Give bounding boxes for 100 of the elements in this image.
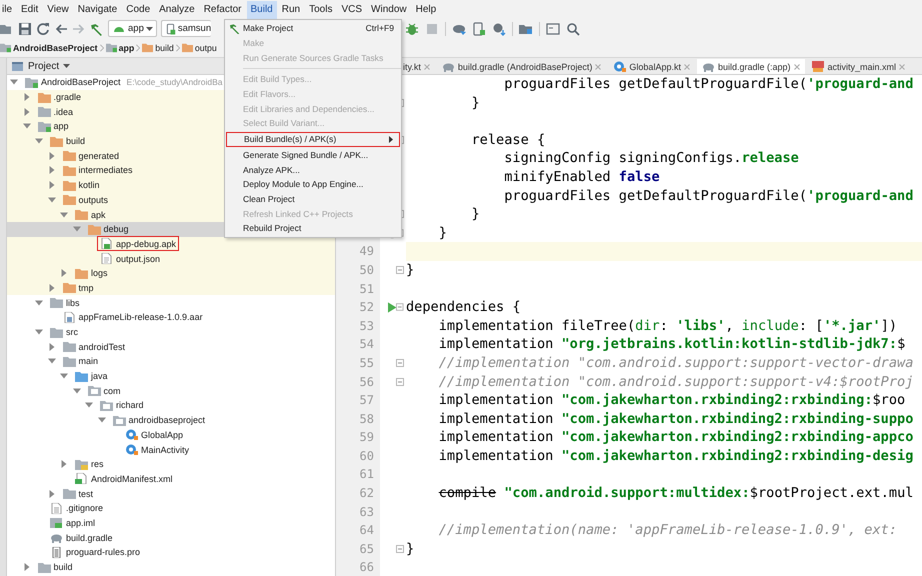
expand-arrow-icon[interactable] xyxy=(48,181,56,190)
close-icon[interactable] xyxy=(899,64,906,70)
run-config-dropdown[interactable]: app xyxy=(108,20,157,37)
collapse-arrow-icon[interactable] xyxy=(98,416,106,424)
menu-bar-item[interactable]: ile xyxy=(0,0,16,18)
tree-item[interactable]: build.gradle xyxy=(7,530,335,545)
menu-bar-item[interactable]: VCS xyxy=(337,0,366,18)
menu-bar-item[interactable]: Refactor xyxy=(200,0,246,18)
collapse-arrow-icon[interactable] xyxy=(85,401,93,410)
search-icon[interactable] xyxy=(566,22,580,36)
collapse-arrow-icon[interactable] xyxy=(35,298,43,307)
expand-arrow-icon[interactable] xyxy=(48,284,56,292)
stop-icon[interactable] xyxy=(425,22,439,36)
code-line: signingConfig signingConfigs.release xyxy=(503,149,800,168)
bug-icon[interactable] xyxy=(405,22,419,36)
tree-item[interactable]: AndroidManifest.xml xyxy=(7,472,335,486)
collapse-arrow-icon[interactable] xyxy=(72,225,80,234)
collapse-arrow-icon[interactable] xyxy=(35,137,43,146)
tree-item[interactable]: proguard-rules.pro xyxy=(7,545,335,560)
tree-item[interactable]: src xyxy=(7,324,335,340)
fold-marker-icon[interactable] xyxy=(396,303,404,312)
menu-bar-item[interactable]: Navigate xyxy=(74,0,122,18)
menu-bar-item[interactable]: Build xyxy=(246,0,277,18)
fold-marker-icon[interactable] xyxy=(396,266,404,274)
tree-item[interactable]: libs xyxy=(7,295,335,310)
collapse-arrow-icon[interactable] xyxy=(48,196,56,204)
tree-item[interactable]: com xyxy=(7,383,335,398)
close-icon[interactable] xyxy=(595,64,602,70)
phone-icon[interactable] xyxy=(472,22,486,36)
tree-item[interactable]: .gitignore xyxy=(7,500,335,516)
menu-item[interactable]: Build Bundle(s) / APK(s) xyxy=(226,132,400,146)
tree-item[interactable]: MainActivity xyxy=(7,442,335,457)
collapse-arrow-icon[interactable] xyxy=(60,210,68,219)
fold-marker-icon[interactable] xyxy=(396,378,404,386)
editor-tab[interactable]: GlobalApp.kt xyxy=(608,59,695,74)
breadcrumb-item[interactable]: AndroidBaseProject xyxy=(0,42,98,53)
menu-bar-item[interactable]: Window xyxy=(367,0,411,18)
breadcrumb-item[interactable]: outpu xyxy=(182,42,217,53)
tree-item[interactable]: androidbaseproject xyxy=(7,412,335,428)
editor-tab[interactable]: ity.kt xyxy=(398,59,435,74)
expand-arrow-icon[interactable] xyxy=(48,166,56,174)
collapse-arrow-icon[interactable] xyxy=(10,78,18,86)
editor-tab[interactable]: build.gradle (AndroidBaseProject) xyxy=(436,59,606,74)
expand-arrow-icon[interactable] xyxy=(48,490,56,498)
menu-bar-item[interactable]: Edit xyxy=(17,0,42,18)
window-icon xyxy=(11,60,24,72)
expand-arrow-icon[interactable] xyxy=(22,108,30,116)
collapse-arrow-icon[interactable] xyxy=(22,122,30,130)
menu-bar-item[interactable]: View xyxy=(43,0,73,18)
menu-bar-item[interactable]: Run xyxy=(278,0,304,18)
folder-icon xyxy=(75,458,88,470)
expand-arrow-icon[interactable] xyxy=(22,563,30,572)
menu-bar-item[interactable]: Analyze xyxy=(155,0,199,18)
tree-item[interactable]: main xyxy=(7,354,335,369)
tree-item[interactable]: test xyxy=(7,486,335,501)
view-selector[interactable]: Project xyxy=(7,58,74,74)
tree-item[interactable]: java xyxy=(7,368,335,384)
expand-arrow-icon[interactable] xyxy=(60,460,68,468)
menu-bar-item[interactable]: Help xyxy=(412,0,440,18)
collapse-arrow-icon[interactable] xyxy=(72,386,80,395)
expand-arrow-icon[interactable] xyxy=(48,152,56,160)
tree-item[interactable]: richard xyxy=(7,398,335,413)
tree-item[interactable]: GlobalApp xyxy=(7,428,335,442)
save-icon[interactable] xyxy=(18,22,32,36)
breadcrumb-item[interactable]: build xyxy=(142,42,174,53)
file-icon xyxy=(100,253,113,264)
fold-marker-icon[interactable] xyxy=(396,545,404,554)
download-icon[interactable] xyxy=(492,22,506,36)
expand-arrow-icon[interactable] xyxy=(22,93,30,102)
tree-item[interactable]: build xyxy=(7,560,335,574)
back-arrow-icon[interactable] xyxy=(54,22,68,36)
expand-arrow-icon[interactable] xyxy=(60,269,68,278)
hammer-icon[interactable] xyxy=(90,22,104,36)
expand-arrow-icon[interactable] xyxy=(48,342,56,351)
menu-item[interactable]: Make Project Ctrl+F9 xyxy=(225,21,401,36)
close-icon[interactable] xyxy=(424,64,430,70)
tree-item[interactable]: app.iml xyxy=(7,516,335,530)
editor-tab[interactable]: activity_main.xml xyxy=(806,59,910,74)
menu-bar-item[interactable]: Tools xyxy=(305,0,336,18)
tree-item[interactable]: logs xyxy=(7,266,335,281)
tree-item[interactable]: output.json xyxy=(7,251,335,266)
sync-icon[interactable] xyxy=(36,22,50,36)
menu-bar-item[interactable]: Code xyxy=(122,0,154,18)
run-arrow-icon[interactable] xyxy=(388,302,396,313)
tree-item[interactable]: tmp xyxy=(7,280,335,296)
window-icon[interactable] xyxy=(546,22,560,36)
device-dropdown[interactable]: samsun xyxy=(160,20,211,37)
collapse-arrow-icon[interactable] xyxy=(60,372,68,380)
close-icon[interactable] xyxy=(684,64,690,70)
breadcrumb-item[interactable]: app xyxy=(106,42,134,53)
editor-tab[interactable]: build.gradle (:app) xyxy=(696,59,804,74)
tree-item[interactable]: appFrameLib-release-1.0.9.aar xyxy=(7,310,335,325)
tree-item[interactable]: res xyxy=(7,456,335,472)
tree-item[interactable]: app-debug.apk xyxy=(7,236,335,252)
collapse-arrow-icon[interactable] xyxy=(48,357,56,366)
tree-item[interactable]: androidTest xyxy=(7,339,335,354)
collapse-arrow-icon[interactable] xyxy=(35,328,43,336)
fold-marker-icon[interactable] xyxy=(396,359,404,368)
line-number: 50 xyxy=(336,260,380,280)
close-icon[interactable] xyxy=(794,64,800,70)
